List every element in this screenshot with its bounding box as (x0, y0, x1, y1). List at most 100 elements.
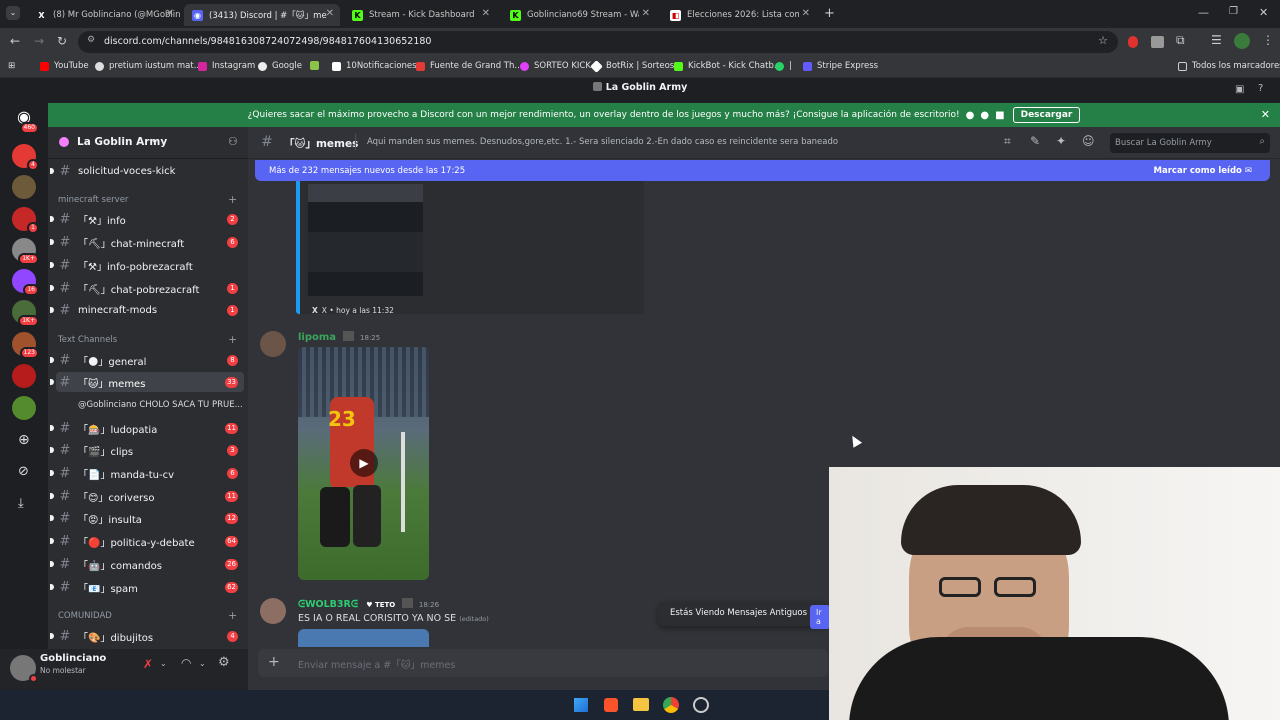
tab-close-icon[interactable]: ✕ (166, 8, 174, 19)
message-composer[interactable]: + Enviar mensaje a #「🐱」memes (258, 649, 828, 677)
server-icon[interactable]: 1K+ (12, 238, 39, 265)
add-channel-icon[interactable]: + (228, 333, 237, 346)
server-icon[interactable] (12, 396, 36, 420)
message-author[interactable]: ᕮWOLB3Rᕮ ♥ TETO 18:26 (298, 598, 439, 610)
mute-mic-icon[interactable]: ✗ (143, 657, 153, 671)
all-bookmarks[interactable]: Todos los marcadores (1178, 61, 1280, 71)
bookmark-pretium[interactable]: pretium iustum mat... (95, 61, 202, 71)
embed-card[interactable]: XX • hoy a las 11:32 (296, 174, 644, 315)
minimize-icon[interactable]: — (1198, 6, 1209, 19)
search-input[interactable]: Buscar La Goblin Army ⌕ (1110, 133, 1270, 153)
obs-icon[interactable] (693, 697, 709, 713)
server-icon[interactable]: 4 (12, 144, 39, 171)
channel-item[interactable]: # 「🤖」comandos 26 (50, 554, 244, 574)
menu-icon[interactable]: ⋮ (1262, 33, 1274, 47)
add-server-icon[interactable]: ⊕ (18, 432, 30, 448)
bookmark-botrix[interactable]: BotRix | Sorteos (590, 59, 674, 73)
category-header[interactable]: minecraft server (58, 195, 128, 205)
chevron-down-icon[interactable]: ⌄ (199, 659, 206, 668)
channel-item[interactable]: # solicitud-voces-kick (50, 161, 244, 181)
channel-item[interactable]: # 「🎰」ludopatia 11 (50, 418, 244, 438)
bookmark-whatsapp[interactable]: | (775, 61, 792, 71)
tab-close-icon[interactable]: ✕ (482, 8, 490, 19)
new-messages-bar[interactable]: Más de 232 mensajes nuevos desde las 17:… (255, 160, 1270, 181)
tab-elecciones[interactable]: ◧ Elecciones 2026: Lista complet ✕ (662, 4, 816, 26)
channel-item[interactable]: # 「⚒」info-pobrezacraft (50, 255, 244, 275)
profile-avatar[interactable] (1234, 33, 1250, 49)
tab-kick-dashboard[interactable]: K Stream - Kick Dashboard ✕ (344, 4, 496, 26)
message-author[interactable]: lipoma 18:25 (298, 331, 380, 343)
channel-item[interactable]: # 「🐱」memes 33 (50, 372, 244, 392)
bookmark-notificaciones[interactable]: 10Notificaciones (332, 61, 417, 71)
tab-twitter[interactable]: X (8) Mr Goblinciano (@MGoblin... ✕ (28, 4, 180, 26)
bookmark-stripe[interactable]: Stripe Express (803, 61, 878, 71)
extension-red-icon[interactable] (1128, 36, 1138, 48)
tab-discord[interactable]: ◉ (3413) Discord | #「🐱」memes ✕ (184, 4, 340, 26)
notification-bell-icon[interactable]: ✎ (1030, 134, 1040, 148)
download-button[interactable]: Descargar (1012, 107, 1081, 123)
server-icon[interactable] (12, 364, 36, 388)
add-channel-icon[interactable]: + (228, 609, 237, 622)
image-attachment[interactable] (298, 629, 429, 647)
tab-search-icon[interactable]: ⌄ (6, 6, 20, 20)
member-list-icon[interactable]: ☺ (1082, 134, 1095, 148)
jump-to-present-button[interactable]: Ir a (810, 605, 830, 629)
brave-icon[interactable] (604, 698, 618, 712)
help-icon[interactable]: ? (1258, 83, 1263, 94)
avatar[interactable] (10, 655, 38, 683)
bookmark-youtube[interactable]: YouTube (40, 61, 89, 71)
bookmark-instagram[interactable]: Instagram (198, 61, 255, 71)
extensions-puzzle-icon[interactable]: ⧉ (1176, 33, 1185, 48)
add-attachment-icon[interactable]: + (268, 654, 280, 670)
channel-item[interactable]: # minecraft-mods 1 (50, 300, 244, 320)
category-header[interactable]: COMUNIDAD (58, 611, 112, 621)
channel-item[interactable]: # 「⛏」chat-minecraft 6 (50, 232, 244, 252)
server-icon[interactable]: 123 (12, 332, 39, 359)
avatar[interactable] (260, 331, 286, 357)
channel-item[interactable]: # 「🎬」clips 3 (50, 440, 244, 460)
headphones-icon[interactable]: ◠ (181, 656, 191, 670)
channel-item[interactable]: # 「📧」spam 62 (50, 577, 244, 597)
new-tab-icon[interactable]: + (824, 6, 835, 21)
tab-close-icon[interactable]: ✕ (802, 8, 810, 19)
download-apps-icon[interactable]: ⤓ (18, 496, 24, 511)
channel-item[interactable]: # 「😡」insulta 12 (50, 508, 244, 528)
close-window-icon[interactable]: ✕ (1259, 6, 1268, 19)
server-icon[interactable]: 1 (12, 207, 39, 234)
inbox-icon[interactable]: ▣ (1235, 84, 1244, 95)
reload-icon[interactable]: ↻ (57, 34, 67, 48)
server-icon[interactable]: 1K+ (12, 300, 39, 327)
user-settings-gear-icon[interactable]: ⚙ (218, 655, 230, 670)
add-channel-icon[interactable]: + (228, 193, 237, 206)
tab-close-icon[interactable]: ✕ (642, 8, 650, 19)
back-icon[interactable]: ← (10, 34, 20, 48)
discord-home-icon[interactable]: ◉ 460 (12, 107, 39, 134)
channel-item[interactable]: # 「🎨」dibujitos 4 (50, 626, 244, 646)
bookmark-star-icon[interactable]: ☆ (1098, 34, 1108, 47)
play-icon[interactable]: ▶ (350, 449, 378, 477)
tab-close-icon[interactable]: ✕ (326, 8, 334, 19)
channel-item[interactable]: # 「🔴」politica-y-debate 64 (50, 531, 244, 551)
bookmark-unnamed[interactable] (310, 61, 324, 70)
channel-item[interactable]: # 「📄」manda-tu-cv 6 (50, 463, 244, 483)
forward-icon[interactable]: → (34, 34, 44, 48)
windows-start-icon[interactable] (574, 698, 588, 712)
pinned-messages-icon[interactable]: ✦ (1056, 134, 1066, 148)
channel-item[interactable]: # 「⛏」chat-pobrezacraft 1 (50, 278, 244, 298)
extension-icon[interactable] (1151, 36, 1164, 48)
url-bar[interactable]: ⚙ discord.com/channels/98481630872407249… (78, 31, 1118, 53)
bookmark-gta[interactable]: Fuente de Grand Th... (416, 61, 522, 71)
server-icon[interactable]: 16 (12, 269, 39, 296)
thread-item[interactable]: @Goblinciano CHOLO SACA TU PRUE... (56, 395, 244, 415)
server-icon[interactable] (12, 175, 36, 199)
mark-as-read-button[interactable]: Marcar como leído ✉ (1154, 166, 1252, 176)
restore-icon[interactable]: ❐ (1229, 6, 1238, 17)
media-icon[interactable]: ☰ (1211, 33, 1222, 47)
file-explorer-icon[interactable] (633, 698, 649, 711)
tab-kick-stream[interactable]: K Goblinciano69 Stream - Watch ✕ (502, 4, 656, 26)
server-header[interactable]: La Goblin Army ⌄ ⚇ (48, 127, 248, 159)
discover-icon[interactable]: ⊘ (18, 464, 29, 479)
channel-item[interactable]: # 「⚒」info 2 (50, 209, 244, 229)
avatar[interactable] (260, 598, 286, 624)
threads-icon[interactable]: ⌗ (1004, 134, 1011, 149)
